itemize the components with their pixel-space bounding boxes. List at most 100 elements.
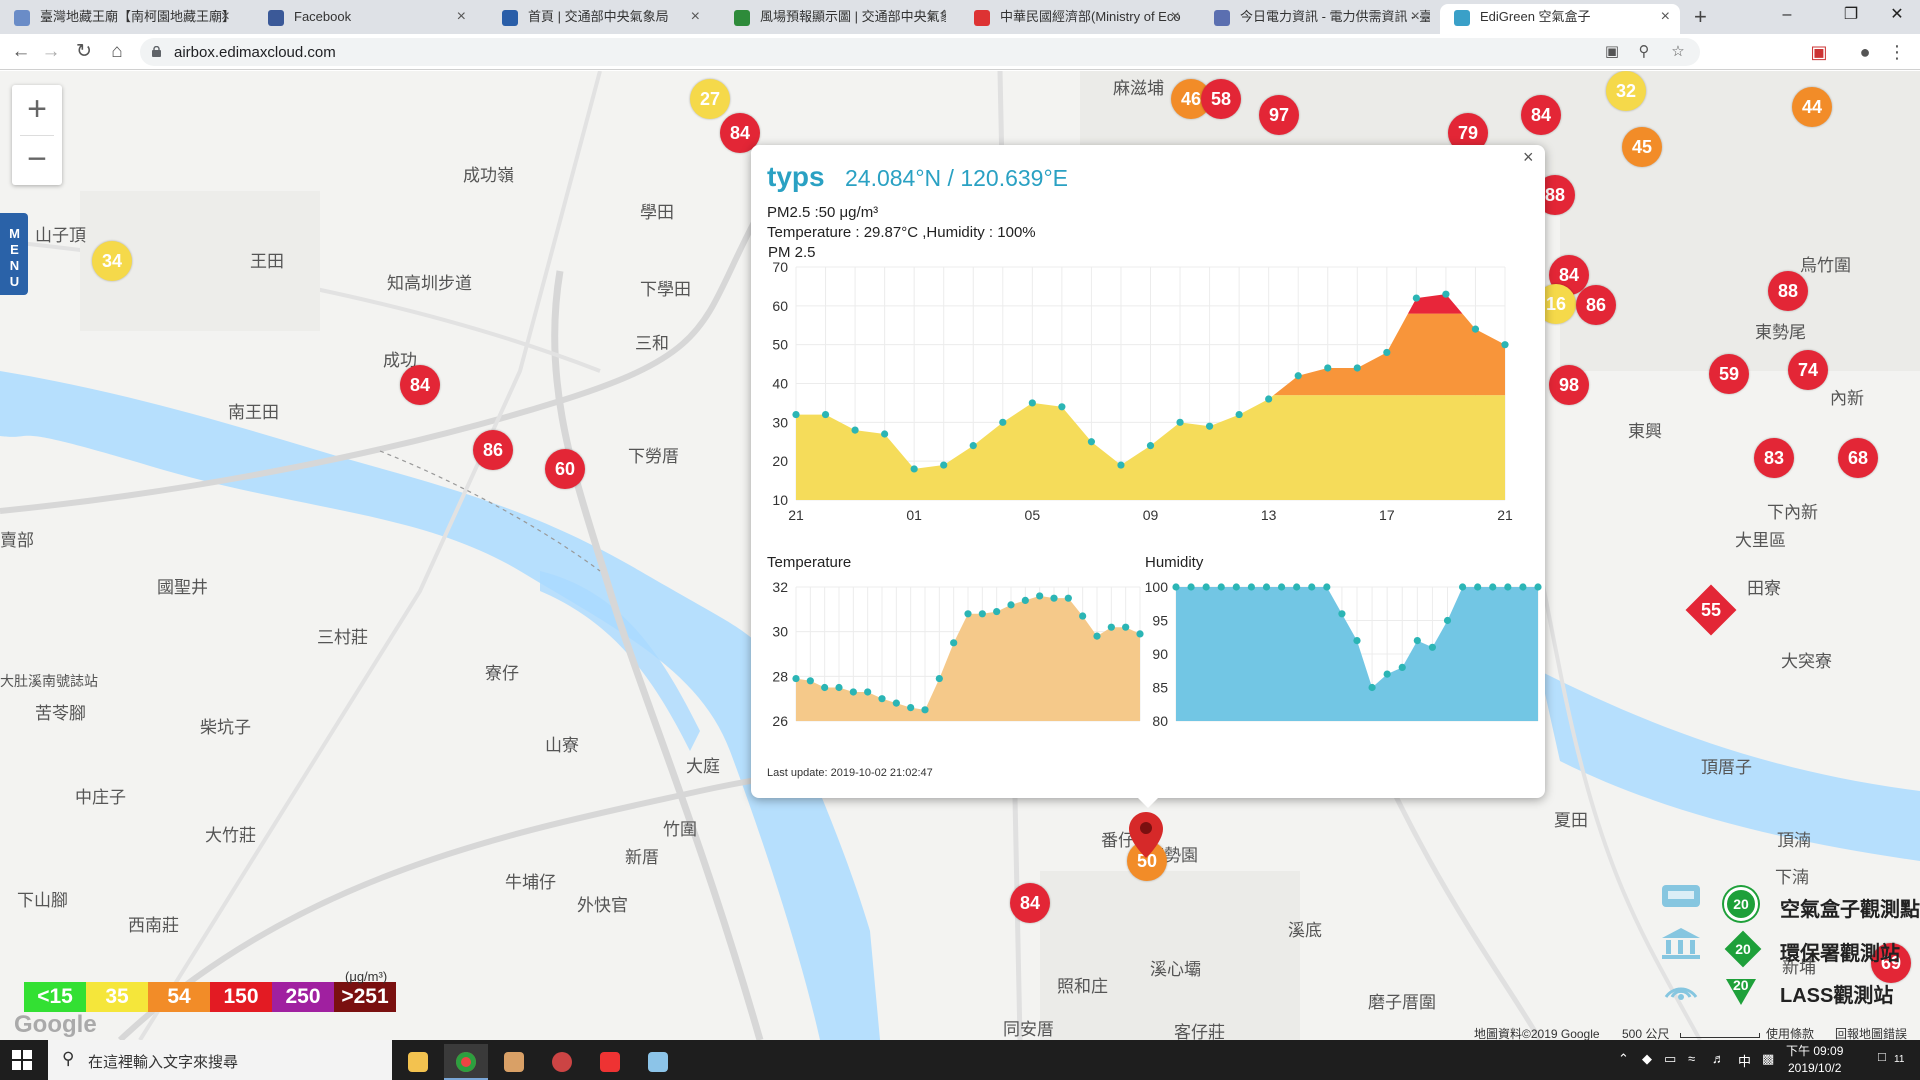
browser-tab[interactable]: 今日電力資訊 - 電力供需資訊 - 臺 × <box>1200 4 1430 34</box>
data-point <box>1036 592 1044 600</box>
place-label: 牛埔仔 <box>505 873 556 892</box>
place-label: 知高圳步道 <box>387 274 472 293</box>
taskbar-search[interactable]: ⚲ 在這裡輸入文字來搜尋 <box>48 1040 392 1080</box>
tray-chevron-icon[interactable]: ⌃ <box>1618 1051 1629 1067</box>
notification-icon[interactable]: □ <box>1878 1049 1886 1064</box>
data-point <box>1117 461 1125 469</box>
forward-arrow-icon[interactable]: → <box>38 40 64 64</box>
tray-battery-icon[interactable]: ▭ <box>1664 1051 1676 1067</box>
back-arrow-icon[interactable]: ← <box>8 40 34 64</box>
sensor-marker[interactable]: 32 <box>1606 71 1646 111</box>
zoom-magnifier-icon[interactable]: ⚲ <box>1632 43 1656 61</box>
sensor-marker[interactable]: 84 <box>1010 883 1050 923</box>
data-point <box>1079 612 1087 620</box>
terms-link[interactable]: 使用條款 <box>1766 1025 1814 1040</box>
tab-close-icon[interactable]: × <box>457 4 466 30</box>
sensor-marker[interactable]: 97 <box>1259 95 1299 135</box>
tray-ime-mode-icon[interactable]: ▩ <box>1762 1051 1774 1067</box>
bookmark-star-icon[interactable]: ☆ <box>1666 43 1690 61</box>
sensor-marker[interactable]: 45 <box>1622 127 1662 167</box>
location-pin-icon[interactable] <box>1129 812 1163 858</box>
sensor-marker[interactable]: 74 <box>1788 350 1828 390</box>
tab-close-icon[interactable]: × <box>691 4 700 30</box>
reload-icon[interactable]: ↻ <box>71 40 97 64</box>
minimize-button[interactable]: – <box>1764 2 1810 28</box>
data-point <box>1172 583 1180 591</box>
zoom-in-button[interactable]: + <box>12 85 62 135</box>
sensor-marker[interactable]: 84 <box>400 365 440 405</box>
sensor-marker[interactable]: 59 <box>1709 354 1749 394</box>
report-error-link[interactable]: 回報地圖錯誤 <box>1835 1025 1907 1040</box>
menu-button[interactable]: MENU <box>0 213 28 295</box>
tab-close-icon[interactable]: × <box>1661 4 1670 30</box>
home-icon[interactable]: ⌂ <box>104 40 130 64</box>
sensor-marker[interactable]: 88 <box>1768 271 1808 311</box>
x-tick-label: 21 <box>1497 507 1513 523</box>
sensor-marker[interactable]: 58 <box>1201 79 1241 119</box>
data-point <box>907 704 915 712</box>
browser-tab[interactable]: Facebook × <box>254 4 476 34</box>
place-label: 山寮 <box>545 736 579 755</box>
airbox-legend-label[interactable]: 空氣盒子觀測點 <box>1780 893 1920 922</box>
tab-favicon-icon <box>734 10 750 26</box>
place-label: 溪心壩 <box>1150 960 1201 979</box>
lass-legend-label[interactable]: LASS觀測站 <box>1780 979 1893 1008</box>
place-label: 磨子厝圍 <box>1368 993 1436 1012</box>
tab-close-icon[interactable]: × <box>221 4 230 30</box>
place-label: 國聖井 <box>157 578 208 597</box>
data-point <box>1093 632 1101 640</box>
tab-close-icon[interactable]: × <box>1171 4 1180 30</box>
sensor-marker[interactable]: 86 <box>1576 285 1616 325</box>
tray-volume-icon[interactable]: ♬ <box>1712 1051 1725 1066</box>
x-tick-label: 21 <box>788 507 804 523</box>
tray-network-icon[interactable]: ≈ <box>1688 1051 1695 1066</box>
epa-station-marker[interactable]: 55 <box>1685 584 1737 636</box>
browser-tab[interactable]: 風場預報顯示圖 | 交通部中央氣象 × <box>720 4 946 34</box>
sensor-marker[interactable]: 27 <box>690 79 730 119</box>
tray-app-icon[interactable]: ◆ <box>1642 1051 1652 1067</box>
clock-time: 下午 09:09 <box>1786 1044 1844 1058</box>
sensor-marker[interactable]: 98 <box>1549 365 1589 405</box>
sensor-marker[interactable]: 83 <box>1754 438 1794 478</box>
sensor-marker[interactable]: 84 <box>1521 95 1561 135</box>
extension-icon[interactable]: ▣ <box>1806 40 1832 64</box>
sensor-marker[interactable]: 34 <box>92 241 132 281</box>
new-tab-button[interactable]: + <box>1694 4 1707 30</box>
omnibox[interactable]: airbox.edimaxcloud.com ▣ ⚲ ☆ <box>140 38 1700 66</box>
y-tick-label: 90 <box>1152 646 1168 662</box>
tab-close-icon[interactable]: × <box>1411 4 1420 30</box>
browser-tab[interactable]: 臺灣地藏王廟【南柯園地藏王廟】 × <box>0 4 240 34</box>
ime-indicator[interactable]: 中 <box>1738 1051 1751 1070</box>
y-tick-label: 28 <box>772 668 788 684</box>
kebab-menu-icon[interactable]: ⋮ <box>1884 40 1910 64</box>
taskbar-search-placeholder: 在這裡輸入文字來搜尋 <box>88 1054 239 1071</box>
temp-humidity-reading: Temperature : 29.87°C ,Humidity : 100% <box>767 224 1036 241</box>
sensor-marker[interactable]: 60 <box>545 449 585 489</box>
browser-tab[interactable]: 中華民國經濟部(Ministry of Eco × <box>960 4 1190 34</box>
app-icon-4[interactable] <box>636 1044 680 1080</box>
translate-icon[interactable]: ▣ <box>1600 43 1624 61</box>
windows-start-icon[interactable] <box>12 1050 32 1070</box>
taskbar-clock[interactable]: 下午 09:09 2019/10/2 <box>1786 1043 1843 1077</box>
app-icon-1[interactable] <box>492 1044 536 1080</box>
chrome-icon[interactable] <box>444 1044 488 1080</box>
browser-tab[interactable]: EdiGreen 空氣盒子 × <box>1440 4 1680 34</box>
close-window-button[interactable]: ✕ <box>1874 2 1920 28</box>
browser-tab[interactable]: 首頁 | 交通部中央氣象局 × <box>488 4 710 34</box>
legend-swatch: 150 <box>210 982 272 1012</box>
place-label: 下學田 <box>640 280 691 299</box>
maximize-button[interactable]: ❐ <box>1828 2 1874 28</box>
app-icon-3[interactable] <box>588 1044 632 1080</box>
epa-legend-label[interactable]: 環保署觀測站 <box>1780 937 1900 966</box>
sensor-marker[interactable]: 44 <box>1792 87 1832 127</box>
sensor-marker[interactable]: 86 <box>473 430 513 470</box>
popup-close-icon[interactable]: × <box>1523 147 1534 168</box>
file-explorer-icon[interactable] <box>396 1044 440 1080</box>
profile-icon[interactable]: ● <box>1852 40 1878 64</box>
sensor-marker[interactable]: 68 <box>1838 438 1878 478</box>
data-point <box>1021 596 1029 604</box>
windows-taskbar: ⚲ 在這裡輸入文字來搜尋 ⌃ ◆ ▭ ≈ ♬ 中 ▩ 下午 09:09 2019… <box>0 1040 1920 1080</box>
zoom-out-button[interactable]: − <box>12 135 62 185</box>
app-icon-2[interactable] <box>540 1044 584 1080</box>
tab-close-icon[interactable]: × <box>927 4 936 30</box>
